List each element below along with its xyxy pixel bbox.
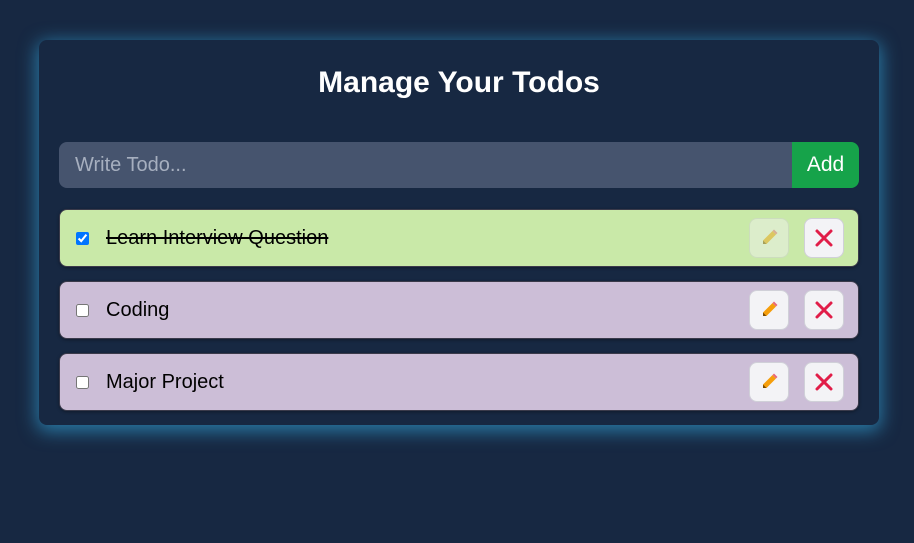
- todo-list: Learn Interview Question Coding Major Pr…: [59, 209, 859, 411]
- todo-item: Coding: [59, 281, 859, 339]
- todo-form: Add: [59, 142, 859, 188]
- todo-text: Major Project: [106, 371, 224, 393]
- todo-checkbox[interactable]: [76, 303, 89, 317]
- add-button[interactable]: Add: [792, 142, 859, 188]
- todo-item: Learn Interview Question: [59, 209, 859, 267]
- todo-card: Manage Your Todos Add Learn Interview Qu…: [39, 40, 879, 425]
- todo-item: Major Project: [59, 353, 859, 411]
- pencil-icon: [759, 372, 779, 392]
- page-title: Manage Your Todos: [318, 66, 600, 99]
- todo-input[interactable]: [59, 142, 792, 188]
- edit-todo-button[interactable]: [749, 362, 789, 402]
- todo-text: Learn Interview Question: [106, 227, 329, 249]
- todo-checkbox[interactable]: [76, 231, 89, 245]
- todo-checkbox[interactable]: [76, 375, 89, 389]
- close-icon: [814, 372, 834, 392]
- delete-todo-button[interactable]: [804, 290, 844, 330]
- edit-todo-button[interactable]: [749, 290, 789, 330]
- todo-text: Coding: [106, 299, 170, 321]
- delete-todo-button[interactable]: [804, 218, 844, 258]
- close-icon: [814, 228, 834, 248]
- edit-todo-button[interactable]: [749, 218, 789, 258]
- close-icon: [814, 300, 834, 320]
- pencil-icon: [759, 228, 779, 248]
- pencil-icon: [759, 300, 779, 320]
- delete-todo-button[interactable]: [804, 362, 844, 402]
